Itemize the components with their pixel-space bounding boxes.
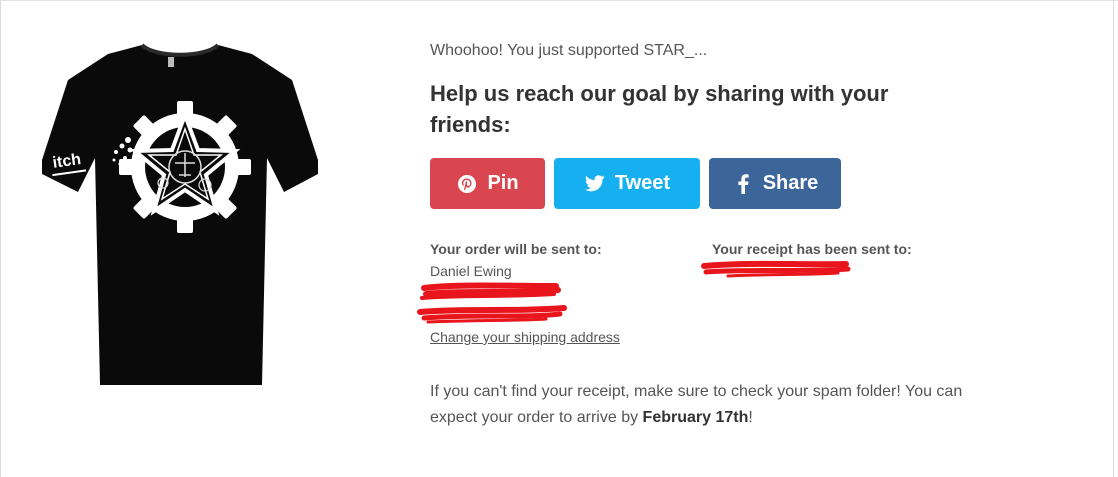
facebook-share-button[interactable]: Share [709,158,841,209]
receipt-note: If you can't find your receipt, make sur… [430,379,975,431]
supported-message: Whoohoo! You just supported STAR_... [430,42,708,59]
top-border [0,0,1118,1]
note-end: ! [748,409,753,426]
change-shipping-address-link[interactable]: Change your shipping address [430,329,620,345]
tweet-label: Tweet [614,172,671,194]
right-border [1113,0,1114,477]
facebook-f-icon [732,173,754,195]
pin-button[interactable]: Pin [430,158,545,209]
email-redaction-scribble [701,260,851,278]
left-border [0,0,1,477]
recipient-name: Daniel Ewing [430,263,512,279]
pin-label: Pin [487,172,519,194]
address-redaction-scribble [417,282,567,324]
product-tshirt-image: itch [30,40,330,385]
pinterest-icon [456,173,478,195]
share-headline: Help us reach our goal by sharing with y… [430,81,889,137]
receipt-destination-label: Your receipt has been sent to: [712,241,912,257]
twitter-bird-icon [584,173,606,195]
share-label: Share [762,172,819,194]
tweet-button[interactable]: Tweet [554,158,700,209]
order-destination-label: Your order will be sent to: [430,241,602,257]
delivery-date: February 17th [642,409,749,426]
